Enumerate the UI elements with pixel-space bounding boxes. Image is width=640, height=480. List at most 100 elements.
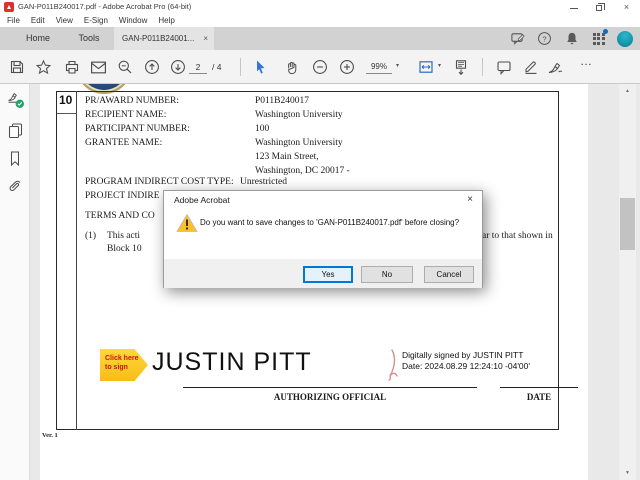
zoom-out-button[interactable]: [310, 58, 330, 76]
attachments-button[interactable]: [5, 176, 25, 196]
close-button[interactable]: ×: [622, 2, 631, 12]
print-button[interactable]: [62, 58, 82, 76]
save-button[interactable]: [7, 58, 27, 76]
feedback-button[interactable]: [509, 30, 526, 47]
zoom-in-button[interactable]: [337, 58, 357, 76]
sign-button[interactable]: [545, 58, 565, 76]
field-row: GRANTEE NAME: Washington University: [85, 138, 343, 148]
select-tool-icon: [256, 60, 264, 74]
paperclip-icon: [9, 180, 20, 191]
warning-icon: [176, 213, 198, 233]
search-button[interactable]: [115, 58, 135, 76]
page-display-button[interactable]: [451, 58, 471, 76]
date-label: DATE: [526, 392, 552, 402]
no-button[interactable]: No: [361, 266, 413, 283]
menu-window[interactable]: Window: [119, 16, 147, 25]
cancel-button[interactable]: Cancel: [424, 266, 474, 283]
tab-home[interactable]: Home: [14, 27, 62, 50]
zoom-level-input[interactable]: 99%: [366, 60, 392, 74]
notifications-button[interactable]: [563, 30, 580, 47]
print-icon: [65, 60, 79, 74]
toolbar: 2 / 4 99% ▾ ▾ …: [0, 50, 640, 84]
minimize-button[interactable]: [570, 3, 579, 12]
dialog-close-icon[interactable]: ×: [467, 194, 473, 205]
select-tool-button[interactable]: [250, 58, 270, 76]
menu-bar: File Edit View E-Sign Window Help: [0, 14, 640, 27]
digital-signature-details: Digitally signed by JUSTIN PITT Date: 20…: [402, 350, 531, 371]
menu-edit[interactable]: Edit: [31, 16, 45, 25]
star-button[interactable]: [33, 58, 53, 76]
field-row: PR/AWARD NUMBER: P011B240017: [85, 96, 310, 106]
comment-icon: [497, 60, 511, 75]
page-number-input[interactable]: 2: [189, 60, 207, 74]
tab-document[interactable]: GAN-P011B24001... ×: [114, 27, 214, 50]
address-row: 123 Main Street,: [255, 152, 319, 162]
sign-icon: [548, 62, 562, 73]
scroll-down-icon[interactable]: ▼: [619, 466, 636, 480]
highlight-icon: [525, 61, 537, 74]
previous-page-button[interactable]: [142, 58, 162, 76]
block-number-underline: [57, 113, 77, 114]
minimize-icon: [570, 7, 578, 9]
esign-check-icon: [7, 92, 24, 108]
next-page-button[interactable]: [168, 58, 188, 76]
page-total-label: / 4: [212, 62, 222, 72]
hand-tool-button[interactable]: [282, 58, 302, 76]
acrobat-window: GAN-P011B240017.pdf - Adobe Acrobat Pro …: [0, 0, 640, 480]
program-cost-row: PROGRAM INDIRECT COST TYPE: Unrestricted: [85, 177, 287, 187]
email-button[interactable]: [88, 58, 108, 76]
yes-button[interactable]: Yes: [303, 266, 353, 283]
dialog-title: Adobe Acrobat: [174, 195, 230, 205]
email-icon: [90, 61, 106, 73]
window-title: GAN-P011B240017.pdf - Adobe Acrobat Pro …: [18, 2, 192, 11]
signature-line: [183, 387, 477, 388]
fit-width-icon: [419, 61, 433, 73]
ribbon-icon: [386, 349, 400, 381]
esign-panel-button[interactable]: [5, 89, 25, 109]
menu-file[interactable]: File: [7, 16, 20, 25]
restore-button[interactable]: [596, 2, 605, 12]
pages-icon: [8, 122, 22, 138]
avatar[interactable]: [617, 30, 633, 47]
dialog-message: Do you want to save changes to 'GAN-P011…: [200, 218, 460, 227]
menu-esign[interactable]: E-Sign: [84, 16, 108, 25]
help-button[interactable]: ?: [536, 30, 553, 47]
zoom-in-icon: [340, 60, 354, 74]
vertical-scrollbar[interactable]: ▲ ▼: [619, 84, 636, 480]
apps-grid-button[interactable]: [590, 29, 608, 47]
date-line: [500, 387, 578, 388]
field-row: RECIPIENT NAME: Washington University: [85, 110, 343, 120]
zoom-caret-icon[interactable]: ▾: [396, 62, 399, 69]
more-tools-button[interactable]: …: [580, 54, 593, 68]
signature-name: JUSTIN PITT: [152, 348, 312, 376]
search-icon: [118, 60, 132, 74]
toolbar-separator: [482, 58, 483, 76]
tab-document-label: GAN-P011B24001...: [122, 34, 195, 43]
clause-number: (1): [85, 231, 97, 241]
toolbar-separator: [240, 58, 241, 76]
star-icon: [35, 59, 51, 74]
comment-button[interactable]: [494, 58, 514, 76]
fit-width-caret-icon[interactable]: ▾: [438, 62, 441, 69]
scrollbar-thumb[interactable]: [620, 198, 635, 250]
page-down-icon: [171, 60, 185, 74]
svg-text:?: ?: [542, 34, 546, 43]
acrobat-app-icon: [4, 2, 14, 12]
menu-view[interactable]: View: [56, 16, 73, 25]
save-changes-dialog: Adobe Acrobat × Do you want to save chan…: [163, 190, 483, 288]
tab-close-icon[interactable]: ×: [203, 27, 208, 50]
authorizing-official-label: AUTHORIZING OFFICIAL: [273, 392, 387, 402]
hand-tool-icon: [288, 62, 297, 75]
project-cost-fragment: PROJECT INDIRE: [85, 191, 160, 201]
fit-width-button[interactable]: [416, 58, 436, 76]
terms-heading-fragment: TERMS AND CO: [85, 211, 155, 221]
highlight-button[interactable]: [521, 58, 541, 76]
help-icon: ?: [538, 32, 551, 45]
scroll-up-icon[interactable]: ▲: [619, 84, 636, 98]
page-thumbnails-button[interactable]: [5, 120, 25, 140]
tab-tools[interactable]: Tools: [66, 27, 112, 50]
menu-help[interactable]: Help: [158, 16, 174, 25]
bookmarks-button[interactable]: [5, 148, 25, 168]
feedback-icon: [511, 33, 525, 45]
notification-dot: [603, 29, 608, 34]
